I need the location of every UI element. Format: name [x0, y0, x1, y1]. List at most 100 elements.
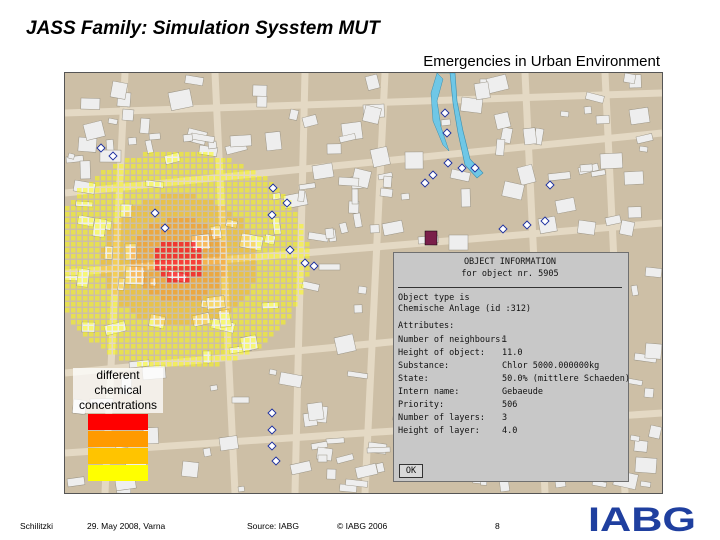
plume-cell — [251, 170, 256, 175]
plume-cell — [125, 170, 130, 175]
plume-cell — [203, 344, 208, 349]
plume-cell — [149, 218, 154, 223]
plume-cell — [161, 194, 166, 199]
plume-cell — [215, 284, 220, 289]
plume-cell — [251, 224, 256, 229]
plume-cell — [287, 284, 292, 289]
plume-cell — [113, 164, 118, 169]
plume-cell — [167, 242, 172, 247]
plume-cell — [77, 224, 82, 229]
plume-cell — [95, 278, 100, 283]
plume-cell — [197, 308, 202, 313]
plume-cell — [77, 206, 82, 211]
plume-cell — [119, 176, 124, 181]
plume-cell — [245, 308, 250, 313]
plume-cell — [281, 284, 286, 289]
plume-cell — [131, 356, 136, 361]
plume-cell — [113, 224, 118, 229]
plume-cell — [239, 326, 244, 331]
building — [537, 215, 558, 235]
plume-cell — [137, 338, 142, 343]
ok-button[interactable]: OK — [399, 464, 423, 478]
plume-cell — [233, 230, 238, 235]
plume-cell — [95, 320, 100, 325]
plume-cell — [167, 236, 172, 241]
plume-cell — [287, 230, 292, 235]
plume-cell — [173, 182, 178, 187]
plume-cell — [155, 362, 160, 367]
plume-cell — [149, 278, 154, 283]
plume-cell — [77, 320, 82, 325]
plume-cell — [191, 344, 196, 349]
plume-cell — [125, 236, 130, 241]
plume-cell — [209, 212, 214, 217]
plume-cell — [227, 344, 232, 349]
plume-cell — [71, 248, 76, 253]
plume-cell — [191, 272, 196, 277]
plume-cell — [215, 230, 220, 235]
plume-cell — [299, 224, 304, 229]
plume-cell — [263, 290, 268, 295]
plume-cell — [239, 254, 244, 259]
plume-cell — [215, 170, 220, 175]
plume-cell — [149, 266, 154, 271]
building — [268, 368, 278, 376]
plume-cell — [263, 176, 268, 181]
plume-cell — [167, 338, 172, 343]
svg-text:IABG: IABG — [588, 501, 696, 534]
plume-cell — [299, 236, 304, 241]
plume-cell — [245, 224, 250, 229]
plume-cell — [221, 284, 226, 289]
plume-cell — [275, 296, 280, 301]
object-info-dialog[interactable]: OBJECT INFORMATION for object nr. 5905 O… — [393, 252, 630, 482]
selected-building[interactable] — [424, 230, 438, 246]
plume-cell — [161, 278, 166, 283]
plume-cell — [89, 218, 94, 223]
plume-cell — [233, 314, 238, 319]
plume-cell — [227, 206, 232, 211]
plume-cell — [191, 278, 196, 283]
plume-cell — [149, 302, 154, 307]
plume-cell — [215, 314, 220, 319]
plume-cell — [149, 332, 154, 337]
plume-cell — [257, 326, 262, 331]
plume-cell — [215, 266, 220, 271]
plume-cell — [227, 308, 232, 313]
plume-cell — [281, 230, 286, 235]
plume-cell — [227, 170, 232, 175]
plume-cell — [209, 344, 214, 349]
plume-cell — [227, 290, 232, 295]
plume-cell — [77, 308, 82, 313]
plume-cell — [167, 290, 172, 295]
plume-cell — [275, 284, 280, 289]
plume-cell — [251, 254, 256, 259]
plume-cell — [107, 260, 112, 265]
plume-cell — [143, 314, 148, 319]
plume-cell — [167, 260, 172, 265]
plume-cell — [71, 314, 76, 319]
plume-cell — [125, 314, 130, 319]
plume-cell — [251, 314, 256, 319]
plume-cell — [203, 350, 208, 355]
plume-cell — [215, 278, 220, 283]
plume-cell — [137, 326, 142, 331]
plume-cell — [293, 302, 298, 307]
plume-cell — [185, 266, 190, 271]
dialog-object-number: for object nr. 5905 — [461, 269, 559, 279]
plume-cell — [95, 206, 100, 211]
plume-cell — [131, 206, 136, 211]
plume-cell — [107, 212, 112, 217]
plume-cell — [251, 242, 256, 247]
attribute-value: 506 — [502, 400, 518, 410]
plume-cell — [215, 338, 220, 343]
plume-cell — [269, 314, 274, 319]
plume-cell — [77, 314, 82, 319]
plume-cell — [131, 164, 136, 169]
plume-cell — [65, 224, 70, 229]
building — [440, 118, 451, 127]
plume-cell — [239, 260, 244, 265]
plume-cell — [299, 254, 304, 259]
plume-cell — [263, 194, 268, 199]
building — [400, 192, 410, 201]
plume-cell — [119, 272, 124, 277]
